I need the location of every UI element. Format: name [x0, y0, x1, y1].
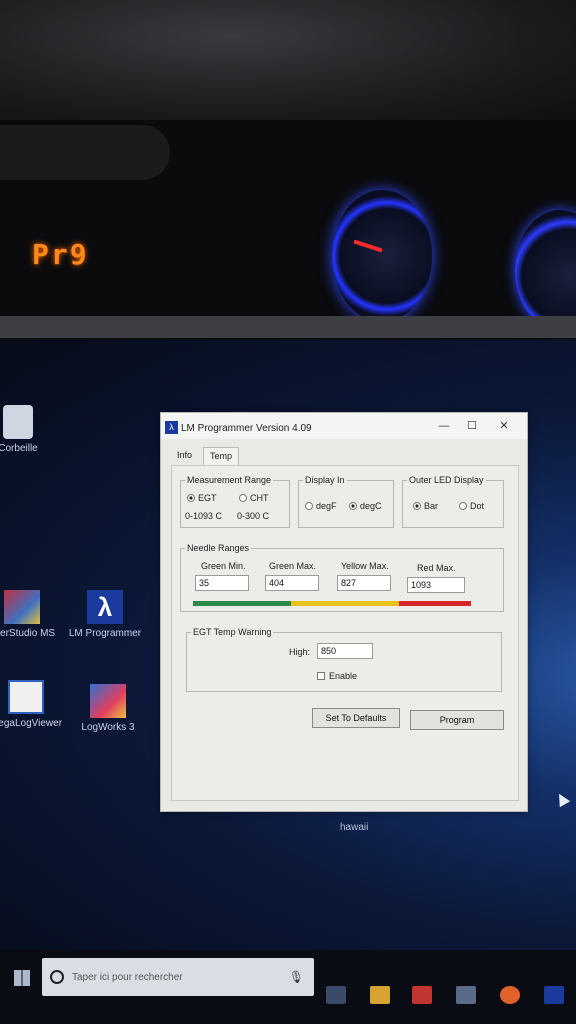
search-box[interactable]: Taper ici pour rechercher 🎙 [42, 958, 314, 996]
red-max-input[interactable]: 1093 [407, 577, 465, 593]
task-view-icon[interactable] [326, 986, 346, 1004]
microphone-icon[interactable]: 🎙 [289, 970, 304, 984]
high-label: High: [289, 647, 311, 657]
green-max-label: Green Max. [269, 561, 317, 571]
title-bar[interactable]: λ LM Programmer Version 4.09 — ☐ ✕ [161, 413, 527, 439]
desktop-icon-label: Corbeille [0, 443, 38, 454]
desktop-icon-label: LogWorks 3 [81, 722, 135, 733]
group-legend: Display In [303, 475, 347, 485]
green-min-input[interactable]: 35 [195, 575, 249, 591]
egt-range-label: 0-1093 C [185, 511, 223, 521]
desktop-icon-lm-programmer[interactable]: λ LM Programmer [65, 590, 145, 639]
yellow-range-bar [291, 601, 399, 606]
green-min-label: Green Min. [201, 561, 246, 571]
radio-egt[interactable]: EGT [187, 493, 217, 503]
lambda-icon: λ [87, 590, 123, 624]
minimize-button[interactable]: — [433, 419, 455, 433]
radio-dot-icon [349, 502, 357, 510]
radio-dot-icon [413, 502, 421, 510]
green-max-input[interactable]: 404 [265, 575, 319, 591]
app-icon: λ [165, 421, 178, 434]
group-legend: EGT Temp Warning [191, 627, 274, 637]
radio-dot[interactable]: Dot [459, 501, 484, 511]
radio-cht[interactable]: CHT [239, 493, 269, 503]
lm-programmer-taskbar-icon[interactable] [544, 986, 564, 1004]
desktop-icon-label: LM Programmer [68, 628, 142, 639]
radio-bar[interactable]: Bar [413, 501, 438, 511]
group-legend: Needle Ranges [185, 543, 252, 553]
firefox-icon[interactable] [500, 986, 520, 1004]
desktop-icon-tunerstudio[interactable]: unerStudio MS [0, 590, 62, 639]
digital-readout: Pr9 [32, 238, 89, 271]
temp-panel: Measurement Range EGT CHT 0-1093 C 0-300… [171, 465, 519, 801]
dashboard-edge [0, 316, 576, 338]
red-max-label: Red Max. [417, 563, 456, 573]
recycle-bin-icon [3, 405, 33, 439]
tab-temp[interactable]: Temp [203, 447, 240, 465]
set-defaults-button[interactable]: Set To Defaults [312, 708, 400, 728]
radio-dot-icon [239, 494, 247, 502]
file-explorer-icon[interactable] [370, 986, 390, 1004]
checkbox-icon [317, 672, 325, 680]
megalogviewer-icon [8, 680, 44, 714]
photo-scene: Pr9 Corbeille unerStudio MS λ LM Program… [0, 0, 576, 1024]
outer-led-group: Outer LED Display Bar Dot [402, 475, 504, 528]
yellow-max-label: Yellow Max. [341, 561, 389, 571]
egt-warning-group: EGT Temp Warning High: 850 Enable [186, 627, 502, 692]
tunerstudio-icon [4, 590, 40, 624]
radio-degc[interactable]: degC [349, 501, 382, 511]
radio-dot-icon [459, 502, 467, 510]
gauge-hood [0, 125, 170, 180]
desktop-icon-megalogviewer[interactable]: MegaLogViewer [0, 680, 66, 729]
maximize-button[interactable]: ☐ [461, 419, 483, 433]
radio-degf[interactable]: degF [305, 501, 337, 511]
desktop-folder-label[interactable]: hawaii [340, 822, 368, 833]
dashboard-trim [0, 0, 576, 120]
cht-range-label: 0-300 C [237, 511, 270, 521]
program-button[interactable]: Program [410, 710, 504, 730]
taskbar: Taper ici pour rechercher 🎙 [0, 950, 576, 1024]
search-placeholder: Taper ici pour rechercher [72, 972, 183, 983]
window-title: LM Programmer Version 4.09 [181, 423, 312, 434]
measurement-range-group: Measurement Range EGT CHT 0-1093 C 0-300… [180, 475, 290, 528]
radio-dot-icon [305, 502, 313, 510]
radio-dot-icon [187, 494, 195, 502]
mail-icon[interactable] [456, 986, 476, 1004]
needle-ranges-group: Needle Ranges Green Min. Green Max. Yell… [180, 543, 504, 612]
store-icon[interactable] [412, 986, 432, 1004]
close-button[interactable]: ✕ [493, 419, 515, 433]
display-in-group: Display In degF degC [298, 475, 394, 528]
enable-checkbox[interactable]: Enable [317, 671, 357, 681]
lm-programmer-window: λ LM Programmer Version 4.09 — ☐ ✕ Info … [160, 412, 528, 812]
logworks-icon [90, 684, 126, 718]
red-range-bar [399, 601, 471, 606]
boost-gauge [332, 190, 432, 322]
yellow-max-input[interactable]: 827 [337, 575, 391, 591]
group-legend: Measurement Range [185, 475, 274, 485]
windows-start-icon[interactable] [14, 970, 30, 986]
group-legend: Outer LED Display [407, 475, 486, 485]
tab-info[interactable]: Info [171, 447, 198, 465]
cortana-icon [50, 970, 64, 984]
high-input[interactable]: 850 [317, 643, 373, 659]
desktop-icon-label: MegaLogViewer [0, 718, 63, 729]
desktop-icon-recycle-bin[interactable]: Corbeille [0, 405, 58, 454]
green-range-bar [193, 601, 291, 606]
desktop-icon-logworks[interactable]: LogWorks 3 [68, 684, 148, 733]
desktop-icon-label: unerStudio MS [0, 628, 56, 639]
